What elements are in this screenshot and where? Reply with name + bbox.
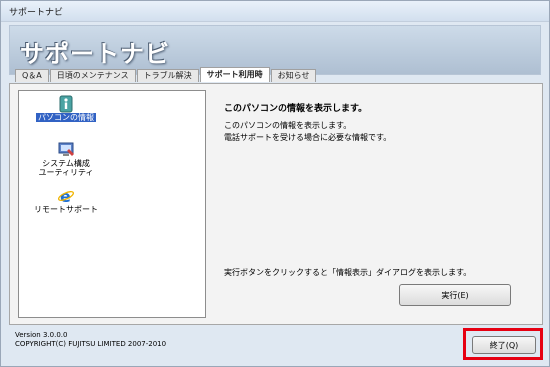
tool-list[interactable]: パソコンの情報 システム構成 ユーティリティ e リモートサポート	[18, 90, 206, 318]
tab-qa[interactable]: Q＆A	[15, 69, 49, 82]
detail-description-line2: 電話サポートを受ける場合に必要な情報です。	[224, 133, 392, 142]
window-title: サポートナビ	[9, 8, 64, 18]
svg-text:e: e	[60, 187, 71, 205]
list-item-system-config[interactable]: システム構成 ユーティリティ	[21, 141, 111, 177]
tab-support-usage[interactable]: サポート利用時	[199, 67, 270, 82]
tab-bar: Q＆A 日頃のメンテナンス トラブル解決 サポート利用時 お知らせ	[15, 67, 317, 83]
list-item-pc-info[interactable]: パソコンの情報	[21, 95, 111, 122]
copyright-text: COPYRIGHT(C) FUJITSU LIMITED 2007-2010	[15, 340, 167, 348]
list-item-label-line2: ユーティリティ	[38, 168, 94, 177]
exec-note: 実行ボタンをクリックすると「情報表示」ダイアログを表示します。	[224, 268, 472, 277]
tab-daily-maintenance[interactable]: 日頃のメンテナンス	[49, 69, 136, 82]
list-item-label-line1: システム構成	[42, 159, 90, 168]
list-item-label: システム構成 ユーティリティ	[21, 159, 111, 177]
version-text: Version 3.0.0.0	[15, 331, 68, 339]
footer: Version 3.0.0.0 COPYRIGHT(C) FUJITSU LIM…	[15, 331, 166, 349]
list-item-remote-support[interactable]: e リモートサポート	[21, 187, 111, 214]
app-title: サポートナビ	[20, 40, 170, 68]
list-item-label: パソコンの情報	[36, 113, 96, 122]
list-item-label: リモートサポート	[34, 205, 98, 214]
detail-description-line1: このパソコンの情報を表示します。	[224, 121, 352, 130]
info-icon	[57, 95, 75, 113]
tab-panel: パソコンの情報 システム構成 ユーティリティ e リモートサポート このパソコン…	[9, 83, 543, 325]
execute-button[interactable]: 実行(E)	[399, 284, 511, 306]
close-button-highlight: 終了(Q)	[463, 328, 543, 360]
system-config-icon	[57, 141, 75, 159]
tab-troubleshooting[interactable]: トラブル解決	[136, 69, 199, 82]
title-bar: サポートナビ	[1, 1, 549, 22]
detail-title: このパソコンの情報を表示します。	[224, 104, 368, 114]
app-header: サポートナビ	[9, 25, 541, 75]
internet-explorer-icon: e	[57, 187, 75, 206]
tab-notices[interactable]: お知らせ	[270, 69, 317, 82]
main-window: サポートナビ サポートナビ Q＆A 日頃のメンテナンス トラブル解決 サポート利…	[0, 0, 550, 367]
close-button[interactable]: 終了(Q)	[472, 336, 536, 354]
